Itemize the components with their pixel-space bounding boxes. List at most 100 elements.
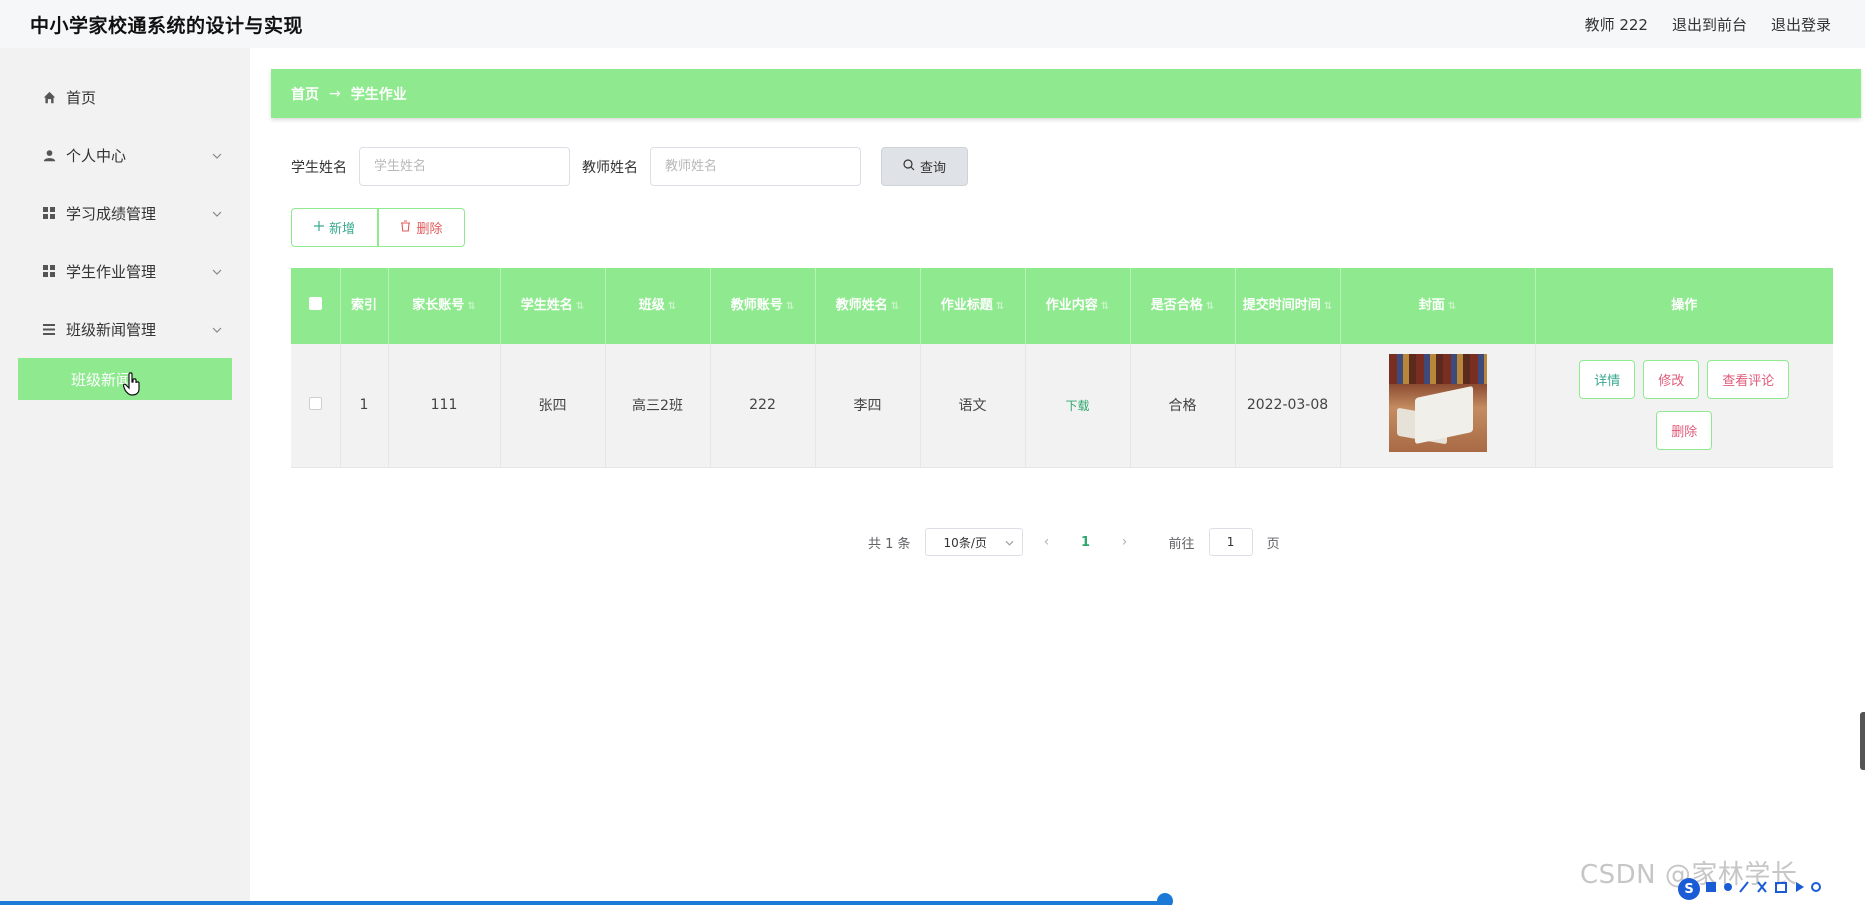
sort-icon[interactable]: ⇅ xyxy=(996,301,1004,312)
batch-delete-button[interactable]: 删除 xyxy=(378,208,465,247)
breadcrumb-home[interactable]: 首页 xyxy=(291,84,319,104)
sidebar-item-homework-management[interactable]: 学生作业管理 xyxy=(18,242,232,300)
user-label[interactable]: 教师 222 xyxy=(1585,14,1648,35)
column-header: 索引 xyxy=(340,268,389,344)
sidebar-item-label: 学习成绩管理 xyxy=(66,204,157,223)
ime-toolbar[interactable]: S xyxy=(1678,876,1854,902)
cell-content: 下载 xyxy=(1025,344,1131,468)
breadcrumb-current: 学生作业 xyxy=(350,86,407,103)
page-size-value: 10条/页 xyxy=(943,535,987,550)
cell-parent-account: 111 xyxy=(388,344,501,468)
chevron-down-icon xyxy=(212,264,222,278)
sidebar-item-label: 班级新闻管理 xyxy=(66,320,157,339)
student-name-label: 学生姓名 xyxy=(291,159,347,176)
row-checkbox[interactable] xyxy=(308,396,322,410)
view-comments-button[interactable]: 查看评论 xyxy=(1707,360,1790,400)
breadcrumb-arrow: → xyxy=(329,85,341,102)
column-header[interactable]: 是否合格 ⇅ xyxy=(1130,268,1236,344)
cell-index: 1 xyxy=(340,344,389,468)
cell-operations: 详情 修改 查看评论 删除 xyxy=(1535,344,1833,468)
cell-student-name: 张四 xyxy=(500,344,606,468)
goto-page-input[interactable] xyxy=(1208,528,1253,556)
goto-prefix: 前往 xyxy=(1168,536,1195,552)
cell-qualified: 合格 xyxy=(1130,344,1236,468)
exit-to-front-link[interactable]: 退出到前台 xyxy=(1672,14,1747,35)
sort-icon[interactable]: ⇅ xyxy=(668,301,676,312)
cell-cover xyxy=(1340,344,1536,468)
column-header[interactable]: 封面 ⇅ xyxy=(1340,268,1536,344)
chevron-down-icon xyxy=(212,322,222,336)
select-all-checkbox[interactable] xyxy=(308,296,322,310)
sort-icon[interactable]: ⇅ xyxy=(467,301,475,312)
progress-handle[interactable] xyxy=(1157,893,1173,905)
hand-cursor-icon xyxy=(122,372,141,402)
sort-icon[interactable]: ⇅ xyxy=(1324,301,1332,312)
column-header[interactable]: 提交时间时间 ⇅ xyxy=(1235,268,1341,344)
detail-button[interactable]: 详情 xyxy=(1579,360,1636,400)
delete-button-label: 删除 xyxy=(416,222,443,237)
search-icon xyxy=(903,158,915,175)
logout-link[interactable]: 退出登录 xyxy=(1771,14,1831,35)
sidebar-item-label: 学生作业管理 xyxy=(66,262,157,281)
sort-icon[interactable]: ⇅ xyxy=(786,301,794,312)
column-header[interactable]: 作业标题 ⇅ xyxy=(920,268,1026,344)
progress-bar xyxy=(0,901,1165,905)
column-header[interactable]: 作业内容 ⇅ xyxy=(1025,268,1131,344)
student-name-input[interactable] xyxy=(359,147,570,186)
pagination: 共 1 条 10条/页 ‹ 1 › 前往 页 xyxy=(868,528,1280,556)
cover-image[interactable] xyxy=(1388,354,1487,453)
sort-icon[interactable]: ⇅ xyxy=(891,301,899,312)
sidebar-item-label: 个人中心 xyxy=(66,146,127,165)
sidebar-item-class-news-management[interactable]: 班级新闻管理 xyxy=(18,300,232,358)
ime-toolbar-icons[interactable] xyxy=(1704,879,1854,899)
home-icon xyxy=(42,90,56,104)
row-delete-button[interactable]: 删除 xyxy=(1656,411,1713,451)
column-header[interactable]: 班级 ⇅ xyxy=(605,268,711,344)
grid-icon xyxy=(42,206,56,220)
row-select-cell[interactable] xyxy=(291,344,341,468)
add-button[interactable]: 新增 xyxy=(291,208,378,247)
cell-teacher-name: 李四 xyxy=(815,344,921,468)
sidebar-item-score-management[interactable]: 学习成绩管理 xyxy=(18,184,232,242)
column-header[interactable]: 教师账号 ⇅ xyxy=(710,268,816,344)
sort-icon[interactable]: ⇅ xyxy=(1101,301,1109,312)
cell-class: 高三2班 xyxy=(605,344,711,468)
ime-logo-icon[interactable]: S xyxy=(1678,878,1700,900)
teacher-name-input[interactable] xyxy=(650,147,861,186)
sidebar-item-home[interactable]: 首页 xyxy=(18,68,232,126)
column-header[interactable]: 学生姓名 ⇅ xyxy=(500,268,606,344)
download-link[interactable]: 下载 xyxy=(1065,399,1089,413)
app-title: 中小学家校通系统的设计与实现 xyxy=(30,14,304,37)
page-number[interactable]: 1 xyxy=(1071,535,1101,550)
teacher-name-label: 教师姓名 xyxy=(582,159,638,176)
top-links: 教师 222 退出到前台 退出登录 xyxy=(1585,14,1831,35)
user-icon xyxy=(42,148,56,162)
prev-page-button[interactable]: ‹ xyxy=(1037,534,1057,550)
sidebar-item-personal-center[interactable]: 个人中心 xyxy=(18,126,232,184)
sort-icon[interactable]: ⇅ xyxy=(1448,301,1456,312)
column-header: 操作 xyxy=(1535,268,1833,344)
sort-icon[interactable]: ⇅ xyxy=(576,301,584,312)
top-bar: 中小学家校通系统的设计与实现 教师 222 退出到前台 退出登录 xyxy=(0,0,1865,48)
side-panel-handle[interactable] xyxy=(1860,712,1865,770)
chevron-down-icon xyxy=(1005,535,1014,549)
sort-icon[interactable]: ⇅ xyxy=(1206,301,1214,312)
main-content: 首页 → 学生作业 学生姓名 教师姓名 查询 新增 删除 xyxy=(250,48,1865,905)
table-header-row: 索引 家长账号 ⇅ 学生姓名 ⇅ 班级 ⇅ 教师账号 ⇅ 教师姓名 ⇅ 作业标题 ⇅ 作业内… xyxy=(291,268,1833,344)
query-button[interactable]: 查询 xyxy=(881,147,968,186)
cell-submit-time: 2022-03-08 xyxy=(1235,344,1341,468)
goto-suffix: 页 xyxy=(1266,536,1280,552)
add-button-label: 新增 xyxy=(328,222,355,237)
select-all-header[interactable] xyxy=(291,268,341,344)
homework-table: 索引 家长账号 ⇅ 学生姓名 ⇅ 班级 ⇅ 教师账号 ⇅ 教师姓名 ⇅ 作业标题 ⇅ 作业内… xyxy=(291,268,1833,468)
total-count: 共 1 条 xyxy=(868,536,911,552)
query-button-label: 查询 xyxy=(919,161,946,176)
edit-button[interactable]: 修改 xyxy=(1643,360,1700,400)
table-row: 1 111 张四 高三2班 222 李四 语文 下载 合格 2022-03-08 xyxy=(291,344,1833,468)
column-header[interactable]: 教师姓名 ⇅ xyxy=(815,268,921,344)
column-header[interactable]: 家长账号 ⇅ xyxy=(388,268,501,344)
grid-icon xyxy=(42,264,56,278)
page-size-select[interactable]: 10条/页 xyxy=(924,528,1023,556)
next-page-button[interactable]: › xyxy=(1115,534,1135,550)
action-buttons: 新增 删除 xyxy=(291,208,465,247)
